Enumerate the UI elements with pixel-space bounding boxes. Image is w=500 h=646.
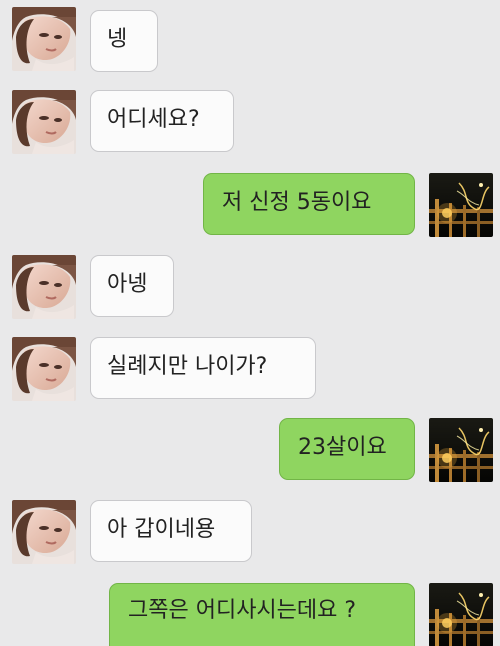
my-avatar[interactable] [429, 173, 493, 237]
contact-avatar[interactable] [12, 255, 76, 319]
message-bubble[interactable]: 실례지만 나이가? [90, 337, 316, 399]
contact-avatar[interactable] [12, 7, 76, 71]
my-avatar[interactable] [429, 583, 493, 646]
night-fence-lights-photo [429, 583, 493, 646]
contact-avatar[interactable] [12, 90, 76, 154]
message-bubble[interactable]: 저 신정 5동이요 [203, 173, 415, 235]
my-avatar[interactable] [429, 418, 493, 482]
night-fence-lights-photo [429, 418, 493, 482]
message-bubble[interactable]: 어디세요? [90, 90, 234, 152]
chat-conversation: 넹 어디세요? 저 신정 5동이요 아넹 실례지만 나이가? 23살이요 아 갑… [0, 0, 500, 646]
woman-profile-photo [12, 7, 76, 71]
contact-avatar[interactable] [12, 500, 76, 564]
message-bubble[interactable]: 아넹 [90, 255, 174, 317]
night-fence-lights-photo [429, 173, 493, 237]
message-bubble[interactable]: 23살이요 [279, 418, 415, 480]
woman-profile-photo [12, 500, 76, 564]
message-bubble[interactable]: 아 갑이네용 [90, 500, 252, 562]
woman-profile-photo [12, 90, 76, 154]
woman-profile-photo [12, 255, 76, 319]
woman-profile-photo [12, 337, 76, 401]
message-bubble[interactable]: 그쪽은 어디사시는데요 ? [109, 583, 415, 646]
message-bubble[interactable]: 넹 [90, 10, 158, 72]
contact-avatar[interactable] [12, 337, 76, 401]
